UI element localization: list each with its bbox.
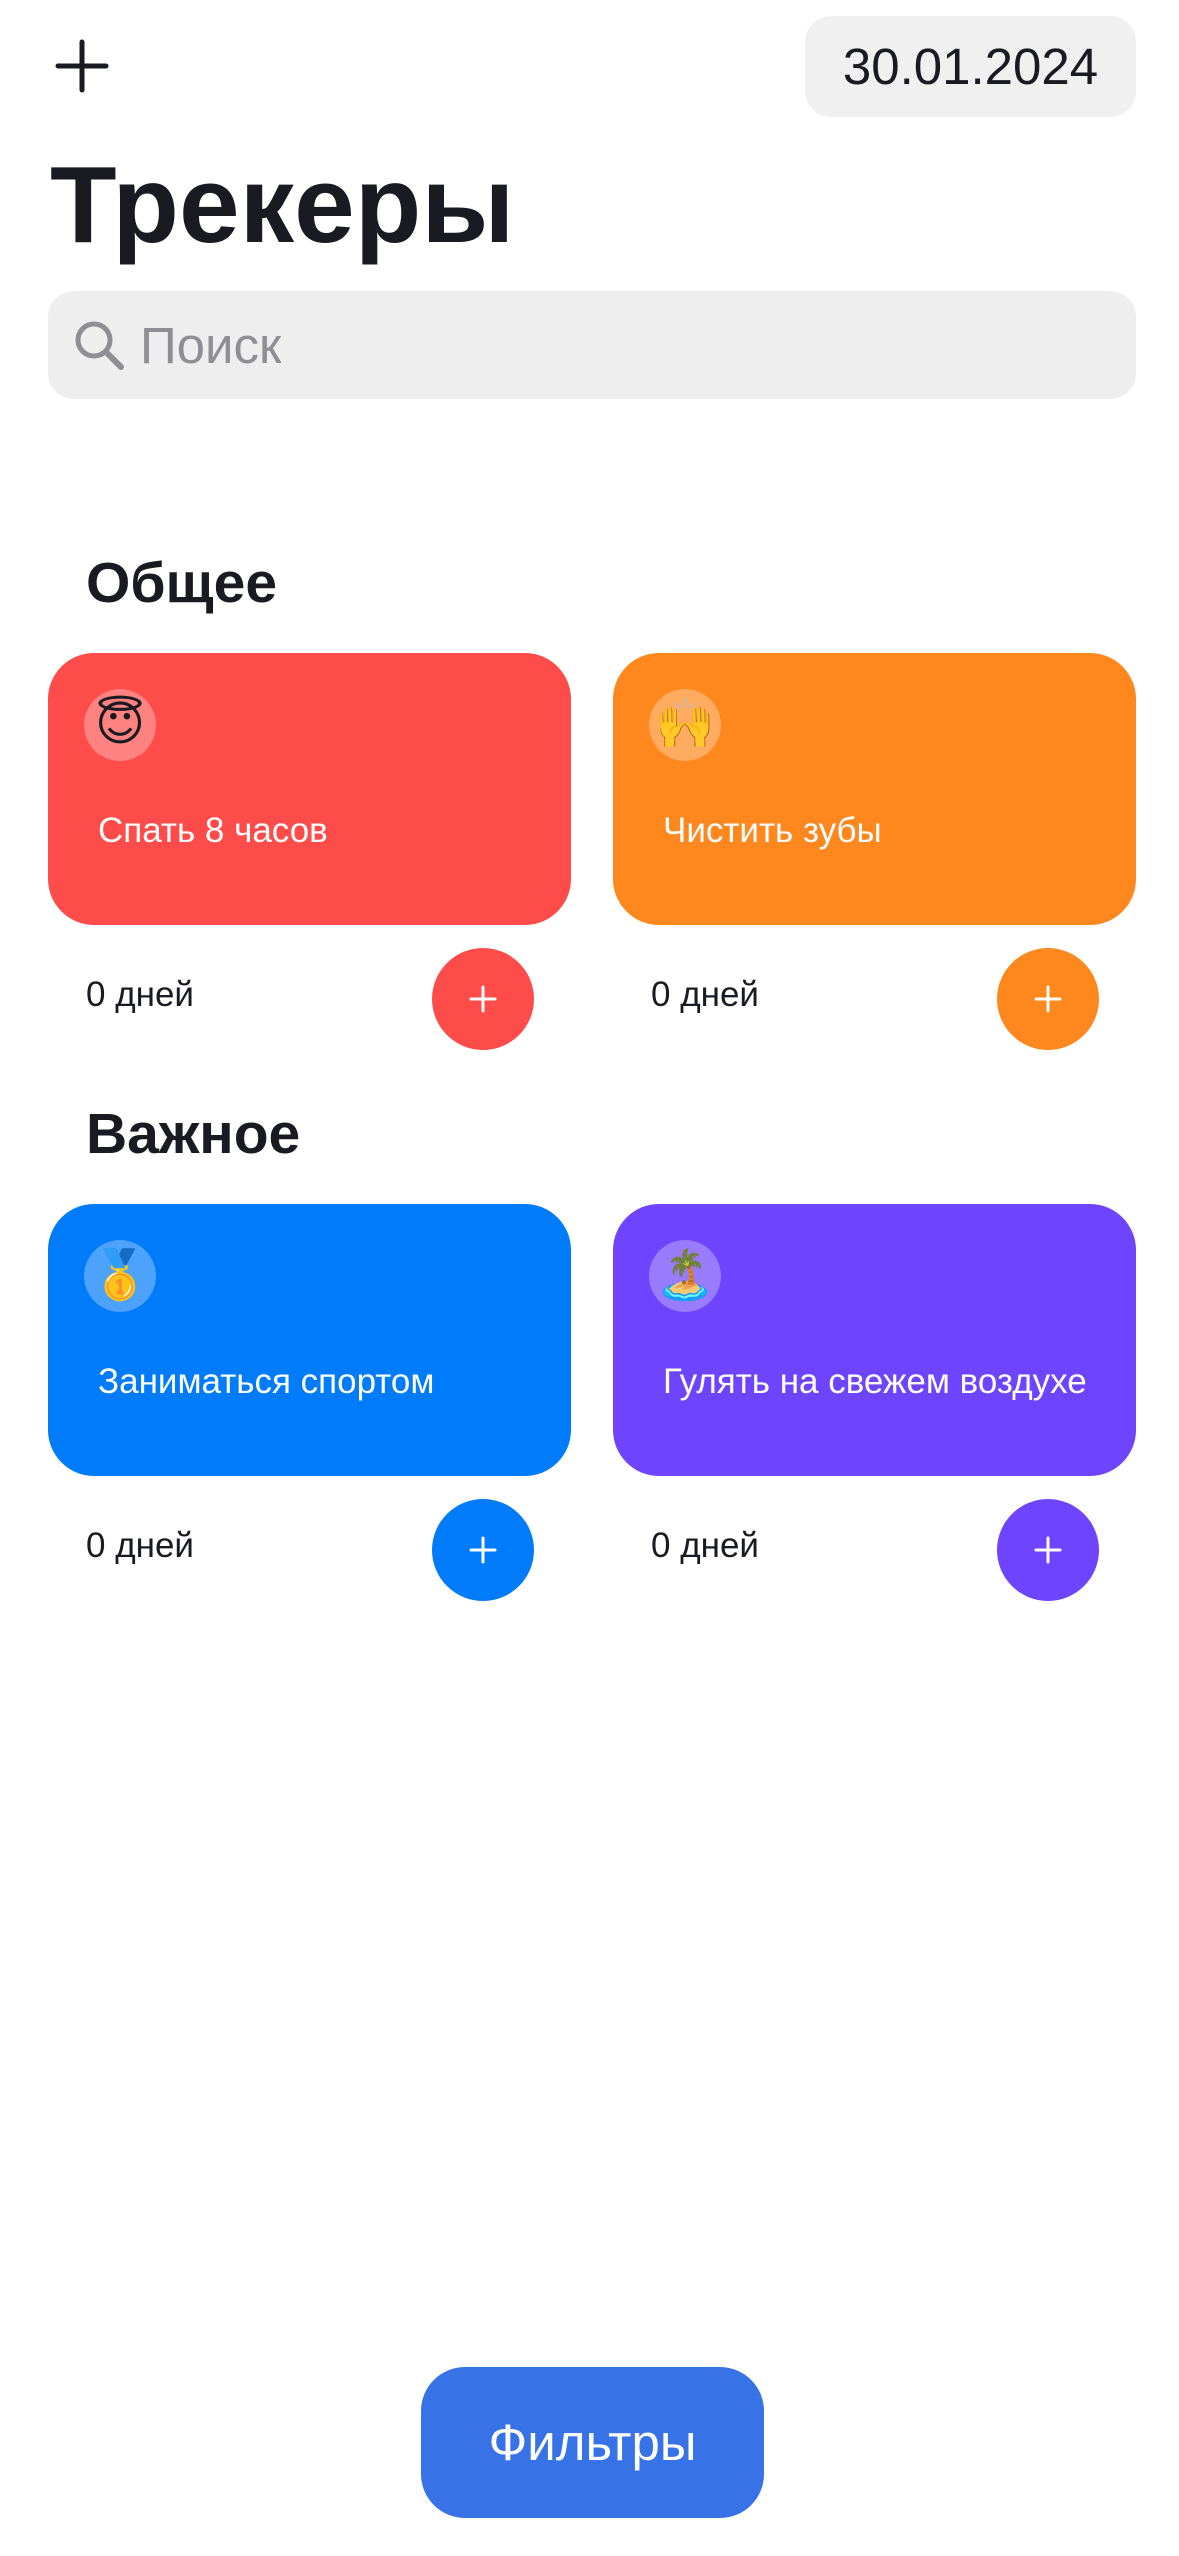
category-title: Общее [86,551,278,615]
plus-icon [55,39,109,93]
plus-icon [1034,1536,1062,1564]
tracker-card[interactable]: 🙌 Чистить зубы [613,653,1136,925]
page-title: Трекеры [50,144,515,266]
complete-tracker-button[interactable] [997,948,1099,1050]
tracker-title: Гулять на свежем воздухе [663,1362,1087,1401]
tracker-days-count: 0 дней [86,975,194,1014]
tracker-emoji: 🏝️ [649,1240,721,1312]
complete-tracker-button[interactable] [432,948,534,1050]
tracker-days-count: 0 дней [86,1526,194,1565]
filters-button[interactable]: Фильтры [421,2367,764,2518]
search-bar[interactable] [48,291,1136,399]
plus-icon [1034,985,1062,1013]
date-picker[interactable]: 30.01.2024 [805,16,1136,117]
magnifier-icon [70,316,128,374]
complete-tracker-button[interactable] [432,1499,534,1601]
tracker-card[interactable]: 🥇 Заниматься спортом [48,1204,571,1476]
complete-tracker-button[interactable] [997,1499,1099,1601]
tracker-card[interactable]: 🏝️ Гулять на свежем воздухе [613,1204,1136,1476]
category-title: Важное [86,1102,301,1166]
plus-icon [469,1536,497,1564]
tracker-title: Чистить зубы [663,811,882,850]
tracker-emoji: 🙌 [649,689,721,761]
tracker-title: Спать 8 часов [98,811,328,850]
tracker-days-count: 0 дней [651,975,759,1014]
tracker-emoji: 😇 [84,689,156,761]
tracker-card[interactable]: 😇 Спать 8 часов [48,653,571,925]
plus-icon [469,985,497,1013]
date-label: 30.01.2024 [842,38,1099,95]
add-tracker-button[interactable] [44,28,120,104]
tracker-emoji: 🥇 [84,1240,156,1312]
search-input[interactable] [140,315,1100,375]
tracker-title: Заниматься спортом [98,1362,435,1401]
tracker-days-count: 0 дней [651,1526,759,1565]
